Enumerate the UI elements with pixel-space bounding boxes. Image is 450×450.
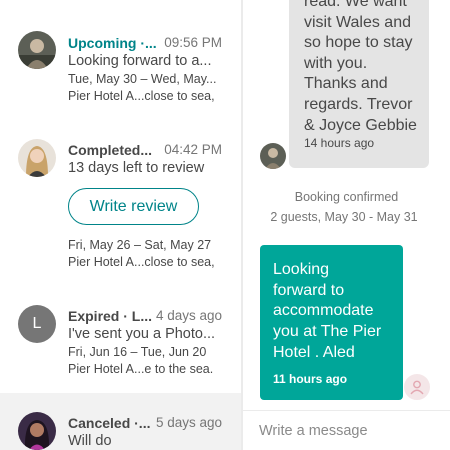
thread-listing: Pier Hotel A...close to sea,: [68, 89, 215, 103]
thread-time: 4 days ago: [155, 308, 222, 323]
thread-preview: 13 days left to review: [68, 160, 205, 176]
guest-avatar: [18, 139, 56, 177]
outgoing-message-time: 11 hours ago: [273, 372, 348, 386]
incoming-message-text: read. We want visit Wales and so hope to…: [304, 0, 417, 134]
booking-details: 2 guests, May 30 - May 31: [270, 210, 418, 224]
conversation-panel: read. We want visit Wales and so hope to…: [243, 0, 450, 450]
guest-avatar-initial: L: [18, 305, 56, 343]
guest-avatar: [18, 31, 56, 69]
incoming-message-time: 14 hours ago: [304, 136, 375, 150]
thread-completed[interactable]: Completed... 04:42 PM 13 days left to re…: [0, 118, 242, 290]
thread-status: Expired · L...: [68, 308, 153, 324]
outgoing-message-text: Looking forward to accommodate you at Th…: [273, 261, 382, 361]
thread-preview: I've sent you a Photo...: [68, 326, 216, 342]
booking-confirmed-label: Booking confirmed: [294, 190, 399, 204]
message-input[interactable]: [259, 423, 439, 439]
thread-canceled[interactable]: Canceled ·... 5 days ago Will do: [0, 393, 242, 450]
thread-status: Upcoming ·...: [68, 35, 157, 51]
guest-avatar: [18, 412, 56, 450]
thread-preview: Looking forward to a...: [68, 53, 212, 69]
thread-time: 04:42 PM: [164, 142, 222, 157]
thread-status: Canceled ·...: [68, 415, 151, 431]
sender-avatar: [260, 143, 286, 169]
incoming-message-bubble: read. We want visit Wales and so hope to…: [289, 0, 429, 168]
thread-upcoming[interactable]: Upcoming ·... 09:56 PM Looking forward t…: [0, 0, 242, 118]
thread-expired[interactable]: L Expired · L... 4 days ago I've sent yo…: [0, 290, 242, 393]
thread-status: Completed...: [68, 142, 153, 158]
thread-time: 5 days ago: [155, 415, 222, 430]
thread-listing: Pier Hotel A...close to sea,: [68, 255, 215, 269]
thread-dates: Tue, May 30 – Wed, May...: [68, 72, 217, 86]
thread-listing: Pier Hotel A...e to the sea.: [68, 362, 214, 376]
thread-time: 09:56 PM: [164, 35, 222, 50]
inbox-panel: Upcoming ·... 09:56 PM Looking forward t…: [0, 0, 242, 450]
user-silhouette-icon: [403, 373, 431, 401]
message-composer: [243, 410, 450, 450]
write-review-button[interactable]: Write review: [68, 188, 199, 225]
outgoing-message-bubble: Looking forward to accommodate you at Th…: [260, 245, 403, 400]
thread-dates: Fri, Jun 16 – Tue, Jun 20: [68, 345, 207, 359]
thread-preview: Will do: [68, 433, 112, 449]
thread-dates: Fri, May 26 – Sat, May 27: [68, 238, 212, 252]
